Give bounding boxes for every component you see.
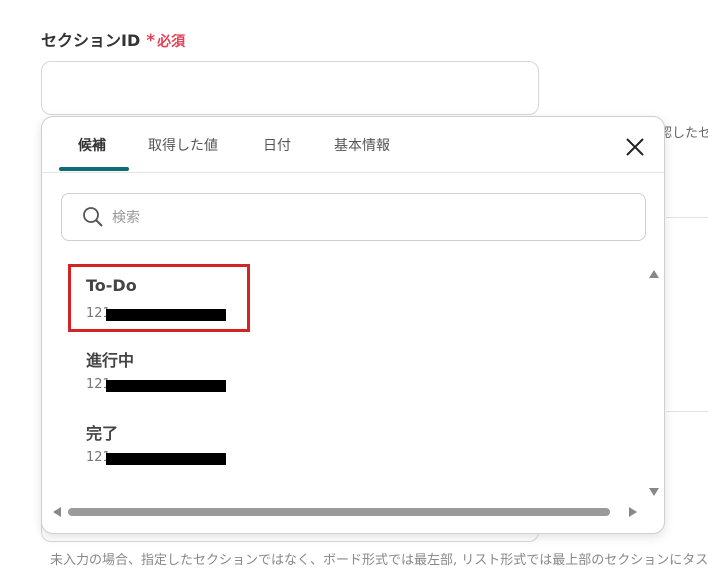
highlight-box [68, 264, 250, 332]
option-item-in-progress[interactable]: 進行中 121 [67, 347, 267, 407]
tab-fetched-values[interactable]: 取得した値 [148, 135, 218, 155]
option-item-done[interactable]: 完了 121 [67, 420, 267, 480]
tab-candidates[interactable]: 候補 [78, 135, 106, 155]
background-hint-text: 認したセ [659, 126, 708, 141]
close-button[interactable] [624, 136, 646, 158]
background-divider [666, 217, 708, 218]
active-tab-indicator [59, 167, 129, 171]
horizontal-scrollbar-thumb[interactable] [68, 508, 610, 516]
scroll-down-arrow-icon[interactable] [648, 487, 660, 497]
close-icon [626, 138, 644, 156]
background-divider [666, 411, 708, 412]
required-text: 必須 [157, 34, 186, 50]
candidate-popup: 候補 取得した値 日付 基本情報 To-Do 121 進行中 121 完了 12… [41, 116, 665, 534]
option-title: 進行中 [86, 351, 135, 370]
scroll-right-arrow-icon[interactable] [628, 506, 638, 518]
search-box [61, 193, 646, 241]
background-description-text: 未入力の場合、指定したセクションではなく、ボード形式では最左部, リスト形式では… [50, 553, 708, 568]
option-title: 完了 [86, 424, 119, 443]
tab-basic-info[interactable]: 基本情報 [334, 135, 390, 155]
scroll-left-arrow-icon[interactable] [52, 506, 62, 518]
popup-tabs: 候補 取得した値 日付 基本情報 [42, 117, 664, 173]
section-id-input[interactable] [41, 61, 539, 115]
tab-date[interactable]: 日付 [263, 135, 291, 155]
search-input[interactable] [110, 202, 634, 234]
redaction-bar [106, 453, 226, 465]
scroll-up-arrow-icon[interactable] [648, 269, 660, 279]
search-icon [83, 207, 103, 227]
redaction-bar [106, 380, 226, 392]
required-star: * [146, 31, 156, 51]
section-id-label-text: セクションID [41, 31, 141, 50]
section-id-label: セクションID * 必須 [41, 27, 185, 51]
